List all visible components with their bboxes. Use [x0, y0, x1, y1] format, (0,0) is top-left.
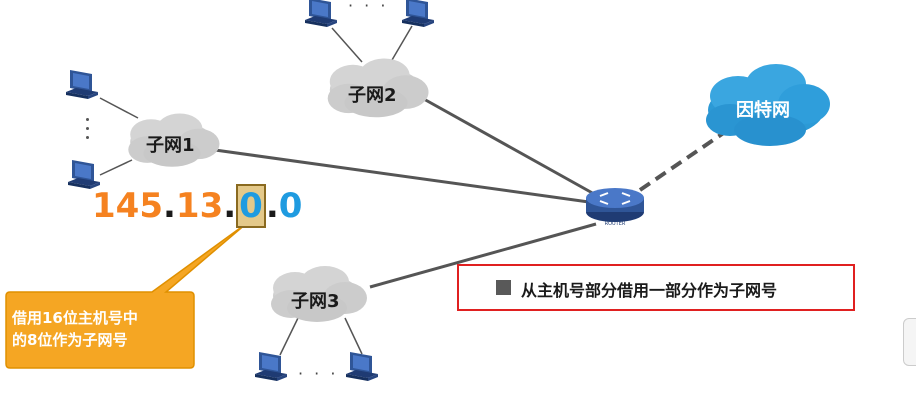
subnet3-label: 子网3	[291, 291, 340, 312]
note-text: 从主机号部分借用一部分作为子网号	[521, 281, 778, 300]
pc-icon	[402, 0, 434, 27]
router-icon: ROUTER	[586, 188, 644, 227]
callout-line: 借用16位主机号中	[12, 309, 138, 327]
ip-octet-1: 145	[92, 186, 163, 226]
square-bullet-icon	[496, 280, 511, 295]
pc-icon	[305, 0, 337, 27]
ip-dot: .	[223, 186, 237, 226]
pc-ellipsis: · · ·	[348, 0, 389, 15]
callout-line: 的8位作为子网号	[12, 331, 128, 349]
ip-dot: .	[265, 186, 279, 226]
pc-icon	[66, 70, 98, 99]
subnet1-label: 子网1	[146, 135, 195, 156]
link-subnet2-router	[421, 96, 597, 197]
ip-octet-4: 0	[278, 186, 303, 226]
link-router-internet	[638, 130, 727, 192]
pc-icon	[68, 160, 100, 189]
note-box: 从主机号部分借用一部分作为子网号	[457, 264, 855, 311]
ip-dot: .	[162, 186, 176, 226]
pc-icon	[255, 352, 287, 381]
callout-text: 借用16位主机号中 的8位作为子网号	[12, 307, 192, 351]
router-label: ROUTER	[605, 221, 626, 227]
pc-ellipsis: · · ·	[298, 364, 339, 383]
side-panel-handle[interactable]	[903, 318, 916, 366]
ip-octet-2: 13	[175, 186, 224, 226]
ip-address: 145.13.0.0	[92, 184, 303, 228]
internet-label: 因特网	[736, 100, 790, 121]
pc-icon	[346, 352, 378, 381]
pc-vertical-ellipsis	[86, 118, 90, 145]
subnet2-label: 子网2	[348, 85, 397, 106]
ip-octet-3-subnet: 0	[236, 184, 266, 228]
